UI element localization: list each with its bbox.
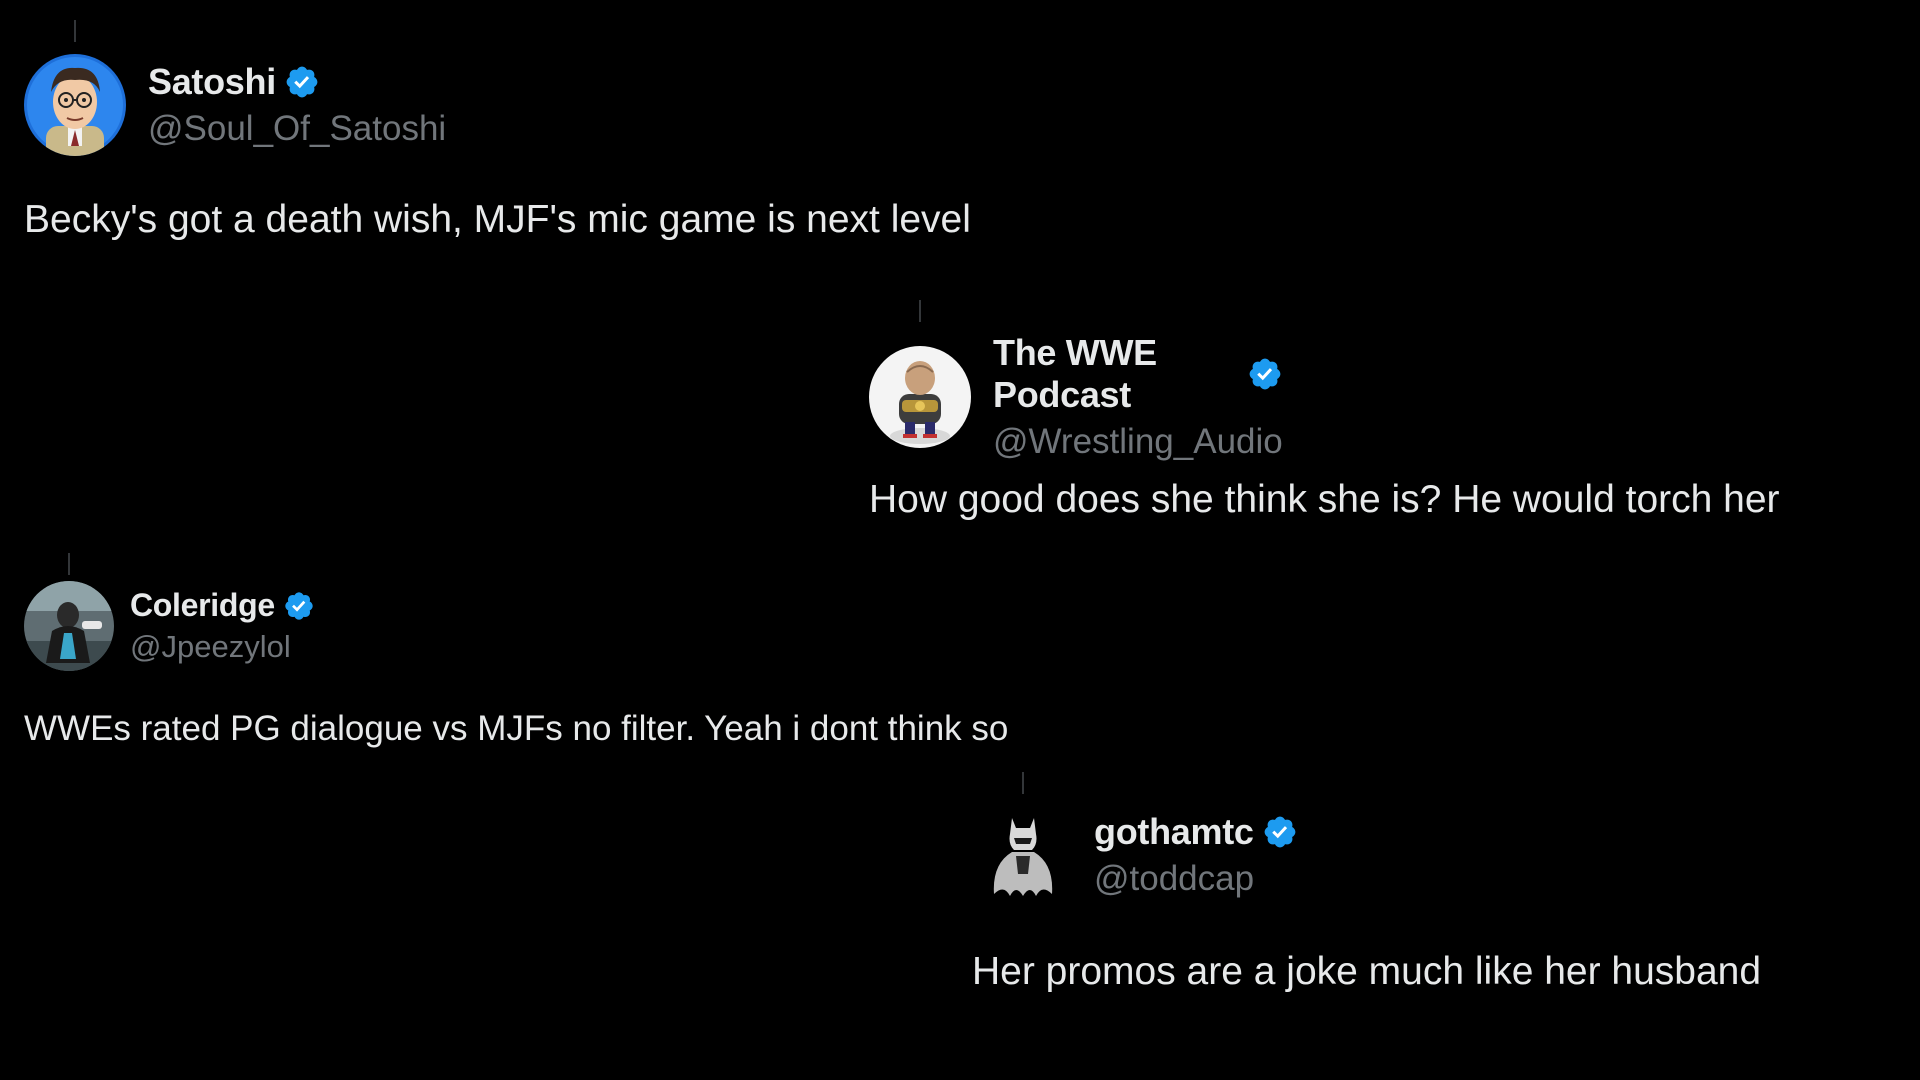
display-name[interactable]: Satoshi [148,61,276,103]
tweet-header: gothamtc @toddcap [972,804,1298,906]
reply-thread: Satoshi @Soul_Of_Satoshi Becky's got a d… [0,0,1920,1080]
user-handle[interactable]: @toddcap [1094,859,1298,899]
display-name[interactable]: gothamtc [1094,811,1254,853]
name-row: gothamtc [1094,811,1298,853]
verified-badge-icon [283,590,315,622]
name-row: Satoshi [148,61,446,103]
athlete-photo-avatar[interactable] [24,581,114,671]
tweet-header: The WWE Podcast @Wrestling_Audio [869,332,1283,462]
batman-silhouette-avatar[interactable] [972,804,1074,906]
cartoon-man-avatar[interactable] [24,54,126,156]
thread-connector-line [68,553,70,575]
verified-badge-icon [284,64,320,100]
tweet-text: How good does she think she is? He would… [869,478,1780,521]
user-handle[interactable]: @Wrestling_Audio [993,422,1283,462]
verified-badge-icon [1247,356,1283,392]
user-handle[interactable]: @Jpeezylol [130,629,315,665]
thread-connector-line [1022,772,1024,794]
tweet-header: Coleridge @Jpeezylol [24,581,315,671]
author-names: Coleridge @Jpeezylol [130,587,315,665]
tweet-text: Her promos are a joke much like her husb… [972,950,1762,993]
name-row: The WWE Podcast [993,332,1283,416]
thread-connector-line [74,20,76,42]
tweet-header: Satoshi @Soul_Of_Satoshi [24,54,446,156]
name-row: Coleridge [130,587,315,624]
thread-connector-line [919,300,921,322]
author-names: Satoshi @Soul_Of_Satoshi [148,61,446,149]
wrestler-cartoon-avatar[interactable] [869,346,971,448]
display-name[interactable]: Coleridge [130,587,275,624]
author-names: The WWE Podcast @Wrestling_Audio [993,332,1283,462]
tweet-text: Becky's got a death wish, MJF's mic game… [24,198,971,241]
display-name[interactable]: The WWE Podcast [993,332,1239,416]
verified-badge-icon [1262,814,1298,850]
tweet-text: WWEs rated PG dialogue vs MJFs no filter… [24,709,1009,748]
user-handle[interactable]: @Soul_Of_Satoshi [148,109,446,149]
author-names: gothamtc @toddcap [1094,811,1298,899]
